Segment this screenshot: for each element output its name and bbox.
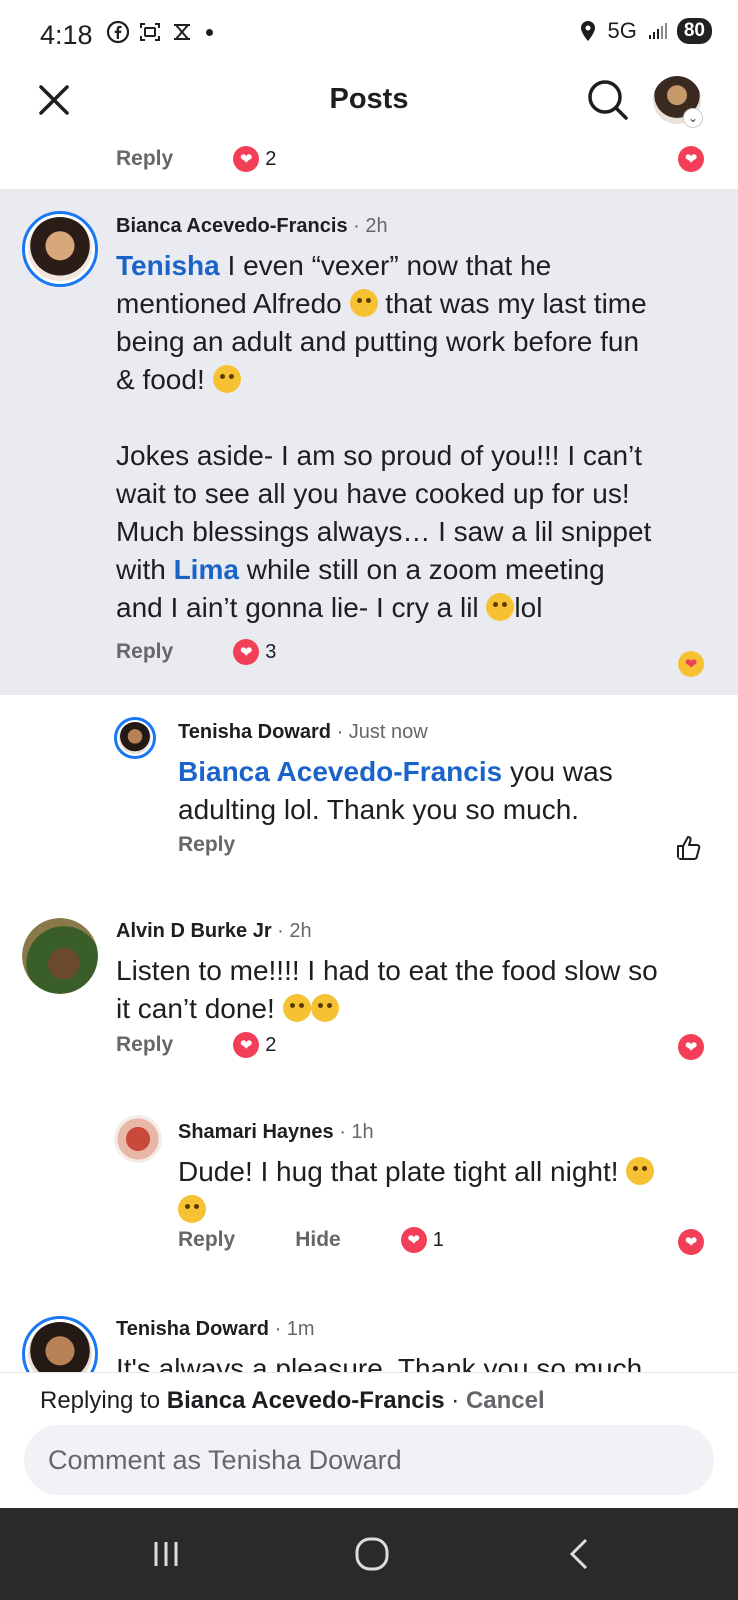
heart-icon[interactable]: ❤ bbox=[678, 1229, 704, 1255]
reaction-summary[interactable]: ❤ 1 bbox=[400, 1227, 444, 1253]
network-label: 5G bbox=[607, 18, 637, 43]
avatar[interactable] bbox=[22, 211, 98, 287]
comment-actions: Reply ❤ 2 bbox=[116, 146, 276, 172]
location-icon bbox=[580, 21, 595, 41]
reply-button[interactable]: Reply bbox=[178, 833, 235, 857]
reaction-count: 2 bbox=[265, 1033, 277, 1056]
reaction-summary[interactable]: ❤ 3 bbox=[233, 639, 276, 665]
reply-composer: Replying to Bianca Acevedo-Francis · Can… bbox=[0, 1372, 738, 1498]
reply-target: Bianca Acevedo-Francis bbox=[166, 1387, 445, 1414]
reply-tenisha: Tenisha Doward · Just now Bianca Acevedo… bbox=[0, 695, 738, 890]
notification-icons bbox=[106, 20, 213, 44]
back-icon[interactable] bbox=[560, 1534, 600, 1574]
reaction-summary[interactable]: ❤ 2 bbox=[233, 1032, 276, 1058]
comment-text: Listen to me!!!! I had to eat the food s… bbox=[116, 955, 658, 1024]
comment-alvin: Alvin D Burke Jr · 2h Listen to me!!!! I… bbox=[0, 890, 738, 1085]
comment-header: Tenisha Doward · 1m bbox=[116, 1318, 315, 1341]
reaction-count: 2 bbox=[265, 147, 277, 170]
timestamp: · Just now bbox=[336, 721, 428, 743]
status-right: 5G 80 bbox=[576, 18, 712, 44]
facebook-icon bbox=[106, 20, 130, 44]
mention-link[interactable]: Lima bbox=[174, 554, 239, 585]
reaction-count: 1 bbox=[432, 1228, 444, 1251]
timestamp: · 1h bbox=[339, 1121, 374, 1143]
timestamp: · 1m bbox=[274, 1318, 315, 1340]
comment-tenisha: Tenisha Doward · 1m It's always a pleasu… bbox=[0, 1290, 738, 1372]
mention-link[interactable]: Tenisha bbox=[116, 250, 220, 281]
comment-actions: Reply ❤ 2 bbox=[116, 1032, 276, 1058]
comment-header: Shamari Haynes · 1h bbox=[178, 1121, 374, 1144]
crying-emoji-icon bbox=[178, 1195, 206, 1223]
timestamp: · 2h bbox=[277, 920, 312, 942]
comment-header: Tenisha Doward · Just now bbox=[178, 721, 428, 744]
comment-text: Bianca Acevedo-Francis you was adulting … bbox=[178, 756, 613, 825]
author-name[interactable]: Bianca Acevedo-Francis bbox=[116, 215, 348, 237]
comment-text: Tenisha I even “vexer” now that he menti… bbox=[116, 250, 652, 623]
home-icon[interactable] bbox=[352, 1534, 392, 1574]
recents-icon[interactable] bbox=[146, 1534, 186, 1574]
heart-icon[interactable]: ❤ bbox=[678, 146, 704, 172]
avatar[interactable] bbox=[22, 918, 98, 994]
reply-shamari: Shamari Haynes · 1h Dude! I hug that pla… bbox=[0, 1085, 738, 1290]
cancel-reply-button[interactable]: Cancel bbox=[466, 1387, 545, 1414]
comment-input[interactable]: Comment as Tenisha Doward bbox=[24, 1425, 714, 1495]
tears-of-joy-emoji-icon bbox=[310, 994, 339, 1022]
comment-actions: Reply ❤ 3 bbox=[116, 639, 276, 665]
tears-of-joy-emoji-icon bbox=[282, 994, 311, 1022]
search-icon[interactable] bbox=[584, 76, 632, 124]
mention-link[interactable]: Bianca Acevedo-Francis bbox=[178, 756, 502, 787]
screenshot-icon bbox=[140, 23, 160, 41]
reaction-summary[interactable]: ❤ 2 bbox=[233, 146, 276, 172]
top-bar: Posts ⌄ bbox=[0, 68, 738, 136]
avatar[interactable] bbox=[22, 1316, 98, 1372]
comment-header: Bianca Acevedo-Francis · 2h bbox=[116, 215, 388, 238]
like-icon[interactable] bbox=[674, 833, 704, 863]
gallery-icon bbox=[174, 24, 190, 40]
system-nav-bar bbox=[0, 1508, 738, 1600]
heart-icon: ❤ bbox=[233, 639, 260, 665]
more-notifications-dot bbox=[206, 28, 213, 36]
crying-emoji-icon bbox=[349, 289, 378, 317]
comment-bianca: Bianca Acevedo-Francis · 2h Tenisha I ev… bbox=[0, 189, 738, 695]
avatar[interactable] bbox=[114, 717, 156, 759]
comment-actions: Reply bbox=[178, 833, 295, 857]
author-name[interactable]: Alvin D Burke Jr bbox=[116, 920, 272, 942]
reply-button[interactable]: Reply bbox=[116, 640, 173, 664]
author-name[interactable]: Tenisha Doward bbox=[116, 1318, 269, 1340]
relieved-emoji-icon bbox=[212, 365, 241, 393]
heart-icon: ❤ bbox=[233, 146, 260, 172]
signal-icon bbox=[648, 23, 667, 39]
timestamp: · 2h bbox=[353, 215, 388, 237]
heart-icon: ❤ bbox=[400, 1227, 427, 1253]
comment-text: It's always a pleasure. Thank you so muc… bbox=[116, 1353, 643, 1372]
comment-actions: Reply Hide ❤ 1 bbox=[178, 1227, 444, 1253]
author-name[interactable]: Tenisha Doward bbox=[178, 721, 331, 743]
heart-icon[interactable]: ❤ bbox=[678, 1034, 704, 1060]
pleading-emoji-icon bbox=[486, 593, 515, 621]
comment-text: Dude! I hug that plate tight all night! bbox=[178, 1153, 718, 1229]
avatar[interactable] bbox=[114, 1115, 162, 1163]
crying-emoji-icon bbox=[626, 1157, 655, 1185]
status-bar: 4:18 5G 80 bbox=[0, 0, 738, 68]
reply-button[interactable]: Reply bbox=[178, 1228, 235, 1252]
author-name[interactable]: Shamari Haynes bbox=[178, 1121, 334, 1143]
reply-button[interactable]: Reply bbox=[116, 147, 173, 171]
comment-partial: Reply ❤ 2 ❤ bbox=[0, 136, 738, 188]
heart-icon: ❤ bbox=[233, 1032, 260, 1058]
care-icon[interactable]: ❤ bbox=[678, 651, 704, 677]
comment-header: Alvin D Burke Jr · 2h bbox=[116, 920, 312, 943]
battery-badge: 80 bbox=[676, 18, 712, 44]
replying-to-label: Replying to Bianca Acevedo-Francis · Can… bbox=[40, 1387, 545, 1414]
reaction-count: 3 bbox=[265, 640, 277, 663]
chevron-down-icon[interactable]: ⌄ bbox=[683, 108, 703, 128]
reply-button[interactable]: Reply bbox=[116, 1033, 173, 1057]
status-time: 4:18 bbox=[40, 20, 93, 50]
hide-button[interactable]: Hide bbox=[295, 1228, 341, 1252]
